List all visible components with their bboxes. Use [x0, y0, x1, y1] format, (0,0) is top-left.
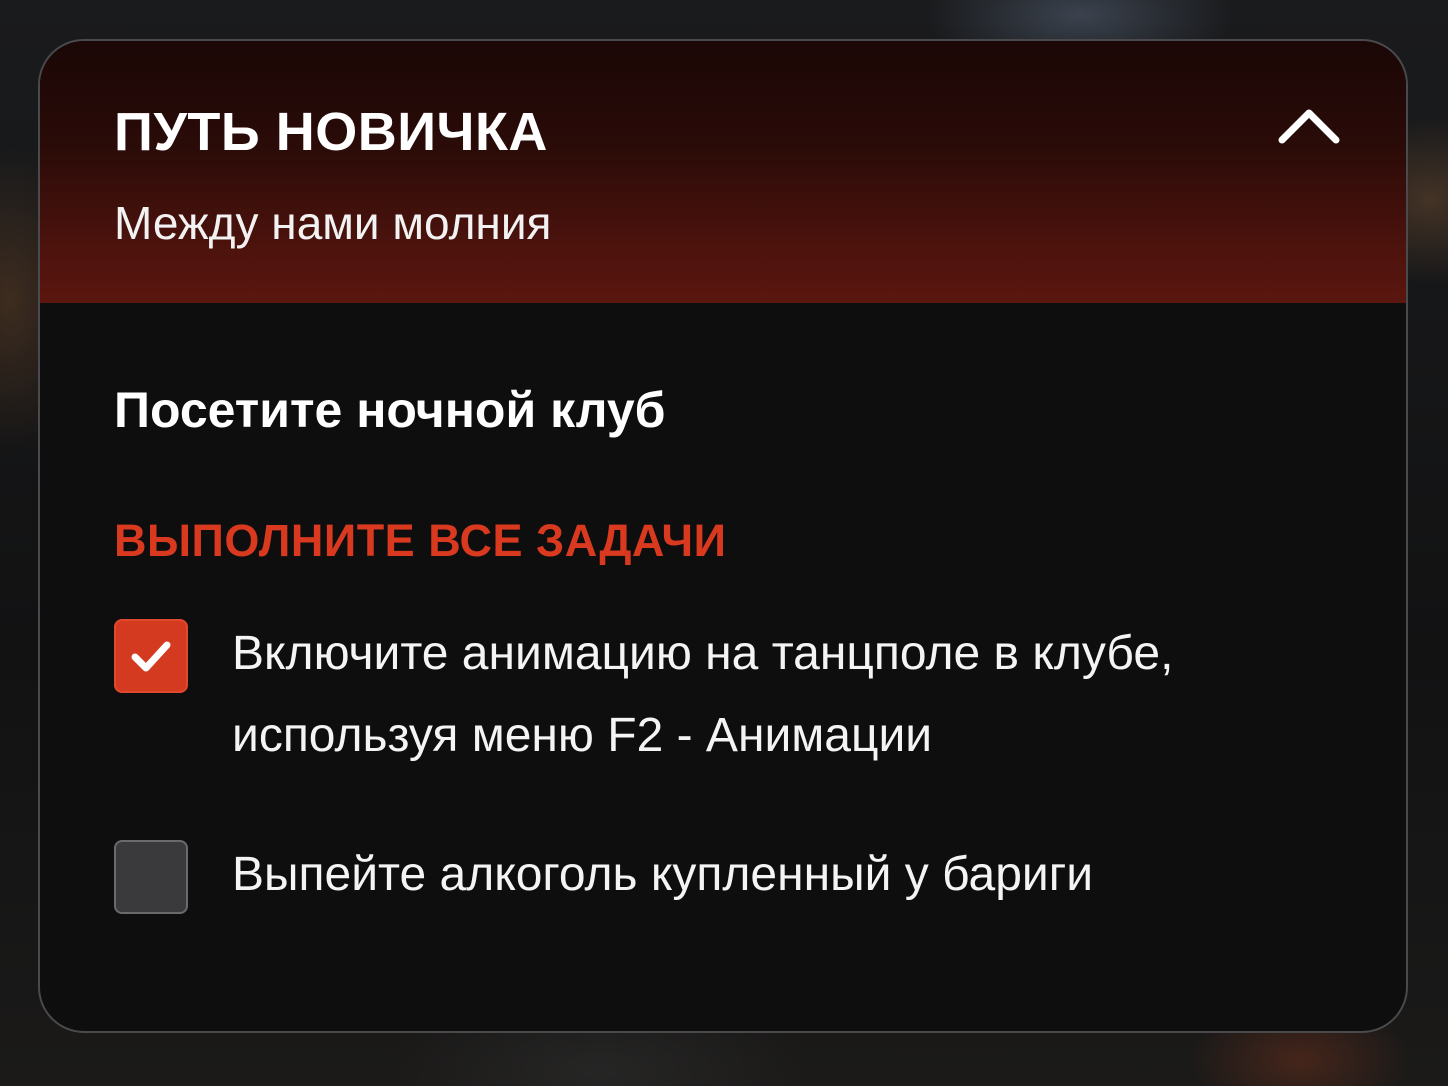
task-checkbox-checked[interactable] — [114, 619, 188, 693]
quest-panel: ПУТЬ НОВИЧКА Между нами молния Посетите … — [38, 39, 1408, 1033]
collapse-button[interactable] — [1274, 96, 1344, 156]
task-item: Включите анимацию на танцполе в клубе, и… — [114, 619, 1292, 777]
task-text: Включите анимацию на танцполе в клубе, и… — [232, 627, 1174, 762]
quest-panel-header[interactable]: ПУТЬ НОВИЧКА Между нами молния — [40, 41, 1406, 303]
panel-subtitle: Между нами молния — [114, 197, 552, 249]
task-text: Выпейте алкоголь купленный у бариги — [232, 848, 1094, 901]
task-checkbox-unchecked[interactable] — [114, 840, 188, 914]
panel-title: ПУТЬ НОВИЧКА — [114, 102, 548, 162]
checkmark-icon — [131, 641, 171, 672]
chevron-up-icon — [1278, 109, 1340, 144]
tasks-section-label: ВЫПОЛНИТЕ ВСЕ ЗАДАЧИ — [114, 515, 727, 566]
task-item: Выпейте алкоголь купленный у бариги — [114, 840, 1093, 916]
quest-title: Посетите ночной клуб — [114, 382, 666, 438]
